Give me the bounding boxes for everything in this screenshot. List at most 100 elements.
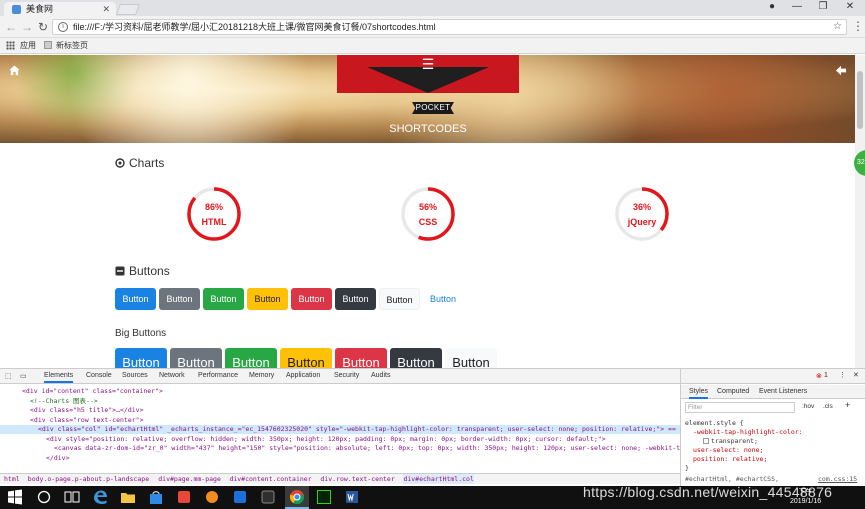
css-prop-1[interactable]: -webkit-tap-highlight-color: [693, 428, 803, 436]
scrollbar-thumb[interactable] [857, 71, 863, 129]
dom-node-line[interactable]: <div style="position: relative; overflow… [0, 435, 680, 444]
devtools-tab-audits[interactable]: Audits [371, 372, 390, 379]
app-icon[interactable] [176, 489, 192, 505]
button-1[interactable]: Button [115, 288, 156, 310]
home-icon[interactable] [9, 65, 20, 76]
devtools-tab-sources[interactable]: Sources [122, 372, 148, 379]
ring-percent: 36% [632, 202, 651, 212]
cls-toggle[interactable]: .cls [823, 403, 833, 410]
file-explorer-icon[interactable] [120, 489, 136, 505]
breadcrumb-item[interactable]: div#content.container [229, 474, 311, 484]
app-icon-2[interactable] [204, 489, 220, 505]
back-arrow-icon[interactable]: ← [4, 20, 18, 34]
store-icon[interactable] [148, 489, 164, 505]
big-button-1[interactable]: Button [115, 348, 167, 368]
search-icon[interactable] [36, 489, 52, 505]
maximize-button[interactable]: ❐ [811, 1, 835, 12]
tab-close-icon[interactable]: ✕ [102, 2, 110, 16]
forward-arrow-icon[interactable]: → [20, 20, 34, 34]
hov-toggle[interactable]: :hov [802, 403, 814, 410]
page-scrollbar[interactable] [855, 55, 865, 368]
hero-subtitle: SHORTCODES [389, 123, 467, 135]
devtools-close-icon[interactable]: ✕ [853, 371, 859, 379]
button-7[interactable]: Button [379, 288, 420, 310]
big-button-4[interactable]: Button [280, 348, 332, 368]
ring-label: jQuery [627, 217, 657, 227]
big-button-6[interactable]: Button [390, 348, 442, 368]
big-buttons-title: Big Buttons [115, 328, 167, 339]
big-button-5[interactable]: Button [335, 348, 387, 368]
button-2[interactable]: Button [159, 288, 200, 310]
watermark: https://blog.csdn.net/weixin_44548876 [583, 484, 833, 500]
app-icon-3[interactable] [232, 489, 248, 505]
button-8[interactable]: Button [423, 288, 463, 310]
windows-start-icon[interactable] [7, 489, 23, 505]
reload-icon[interactable]: ↻ [36, 20, 50, 34]
devtools-tab-application[interactable]: Application [286, 372, 320, 379]
button-6[interactable]: Button [335, 288, 376, 310]
code-line-text: <div class="row text-center"> [30, 415, 144, 424]
dom-node-line[interactable]: <canvas data-zr-dom-id="zr_0" width="437… [0, 444, 680, 453]
css-source-link[interactable]: com.css:15 [818, 475, 857, 483]
dreamweaver-icon[interactable] [316, 489, 332, 505]
app-icon-4[interactable] [260, 489, 276, 505]
css-prop-2[interactable]: user-select: none; [693, 446, 763, 454]
css-prop-3[interactable]: position: relative; [693, 455, 767, 463]
big-button-2[interactable]: Button [170, 348, 222, 368]
inspect-icon[interactable]: ⬚ [5, 372, 12, 380]
bookmark-star-icon[interactable]: ☆ [833, 20, 842, 34]
breadcrumb-item[interactable]: div#page.mm-page [158, 474, 221, 484]
styles-tab-styles[interactable]: Styles [689, 388, 709, 399]
add-rule-icon[interactable]: + [845, 400, 850, 410]
button-5[interactable]: Button [291, 288, 332, 310]
styles-filter-input[interactable]: Filter [685, 402, 795, 413]
info-icon[interactable]: i [58, 22, 68, 32]
apps-grid-icon[interactable] [6, 41, 15, 50]
edge-browser-icon[interactable] [92, 489, 108, 505]
dom-node-line[interactable]: <!--Charts 图表--> [0, 397, 680, 406]
big-button-3[interactable]: Button [225, 348, 277, 368]
address-bar-row: ← → ↻ i file:///F:/学习资料/屈老师教学/屈小汇2018121… [0, 16, 865, 38]
dom-node-line[interactable]: <div id="content" class="container"> [0, 387, 680, 396]
progress-ring-jquery: 36% jQuery [614, 186, 670, 242]
back-arrow-icon[interactable] [835, 65, 847, 76]
breadcrumb-item[interactable]: body.o-page.p-about.p-landscape [28, 474, 149, 484]
devtools-tab-network[interactable]: Network [159, 372, 185, 379]
word-icon[interactable] [344, 489, 360, 505]
breadcrumb-item[interactable]: div.row.text-center [320, 474, 394, 484]
browser-menu-icon[interactable]: ⋮ [852, 19, 864, 33]
chrome-icon[interactable] [289, 489, 305, 505]
device-toolbar-icon[interactable]: ▭ [20, 372, 27, 380]
url-input[interactable]: i file:///F:/学习资料/屈老师教学/屈小汇20181218大班上课/… [52, 19, 847, 35]
devtools-tab-memory[interactable]: Memory [249, 372, 274, 379]
breadcrumb-item[interactable]: html [4, 474, 20, 484]
devtools-tab-security[interactable]: Security [334, 372, 359, 379]
bookmark-new-tab[interactable]: 新标签页 [44, 41, 88, 51]
big-button-7[interactable]: Button [445, 348, 497, 368]
task-view-icon[interactable] [64, 489, 80, 505]
window-close-button[interactable]: ✕ [838, 1, 862, 12]
dom-node-line[interactable]: <div class="col" id="echartHtml" _echart… [0, 425, 680, 434]
button-3[interactable]: Button [203, 288, 244, 310]
styles-tab-computed[interactable]: Computed [717, 388, 749, 395]
error-icon[interactable]: ⊗ [816, 372, 822, 380]
profile-icon[interactable]: ● [760, 1, 784, 12]
devtools-menu-icon[interactable]: ⋮ [839, 371, 846, 379]
bookmark-apps[interactable]: 应用 [20, 41, 36, 51]
minimize-button[interactable]: — [785, 1, 809, 12]
browser-tab[interactable]: 美食网 ✕ [4, 2, 116, 16]
dom-node-line[interactable]: <div class="h5 title">…</div> [0, 406, 680, 415]
devtools-tab-performance[interactable]: Performance [198, 372, 238, 379]
button-4[interactable]: Button [247, 288, 288, 310]
devtools-tab-console[interactable]: Console [86, 372, 112, 379]
dom-node-line[interactable]: <div class="row text-center"> [0, 416, 680, 425]
styles-tab-event-listeners[interactable]: Event Listeners [759, 388, 807, 395]
new-tab-button[interactable] [115, 4, 141, 15]
breadcrumb-item[interactable]: div#echartHtml.col [403, 474, 474, 484]
progress-ring-graphic [187, 187, 241, 241]
menu-icon[interactable]: ☰ [421, 56, 435, 73]
devtools-tab-elements[interactable]: Elements [44, 372, 74, 383]
dom-node-line[interactable]: </div> [0, 454, 680, 463]
charts-title-text: Charts [129, 156, 165, 170]
color-swatch[interactable] [703, 438, 709, 444]
